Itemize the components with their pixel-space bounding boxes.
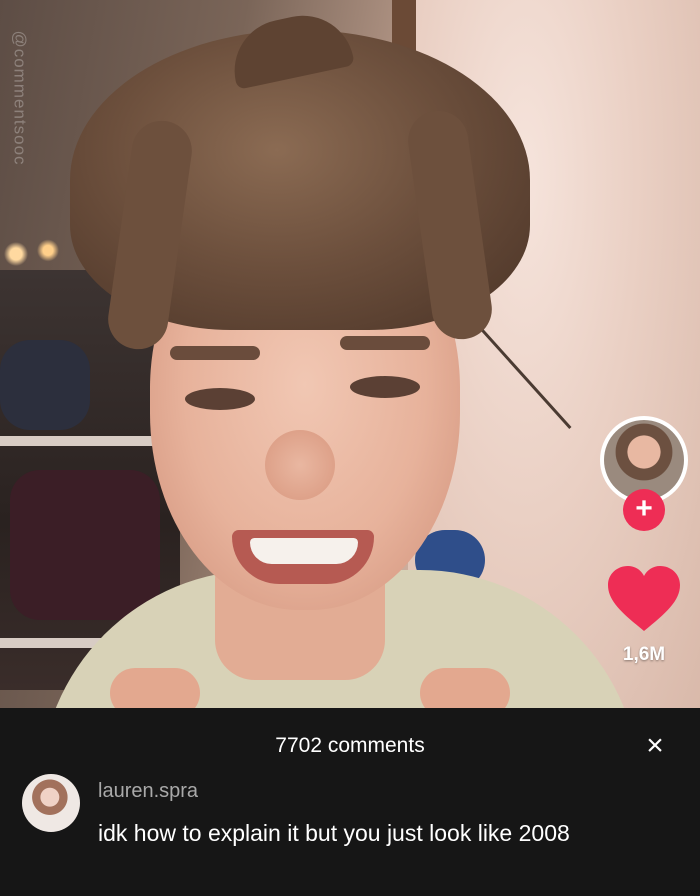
- commenter-avatar[interactable]: [22, 774, 80, 832]
- nose: [265, 430, 335, 500]
- comment-username[interactable]: lauren.spra: [98, 780, 198, 803]
- eyebrow: [170, 346, 260, 360]
- watermark: @commentsooc: [10, 30, 30, 166]
- eye: [350, 376, 420, 398]
- comments-count-title: 7702 comments: [275, 734, 425, 757]
- heart-icon: [608, 566, 680, 631]
- hand: [110, 668, 200, 708]
- string-lights: [0, 236, 80, 272]
- creator-avatar-image: [604, 420, 684, 500]
- folded-clothes: [10, 470, 160, 620]
- eye: [185, 388, 255, 410]
- video-player[interactable]: @commentsooc + 1,6M: [0, 0, 700, 708]
- eyebrow: [340, 336, 430, 350]
- comments-panel: 7702 comments × lauren.spra idk how to e…: [0, 708, 700, 896]
- teeth: [250, 538, 358, 564]
- follow-button[interactable]: +: [623, 489, 665, 531]
- comment-text: idk how to explain it but you just look …: [98, 820, 570, 846]
- hand: [420, 668, 510, 708]
- close-icon[interactable]: ×: [640, 731, 670, 762]
- like-count: 1,6M: [622, 644, 666, 665]
- like-button[interactable]: [606, 565, 682, 633]
- folded-clothes: [0, 340, 90, 430]
